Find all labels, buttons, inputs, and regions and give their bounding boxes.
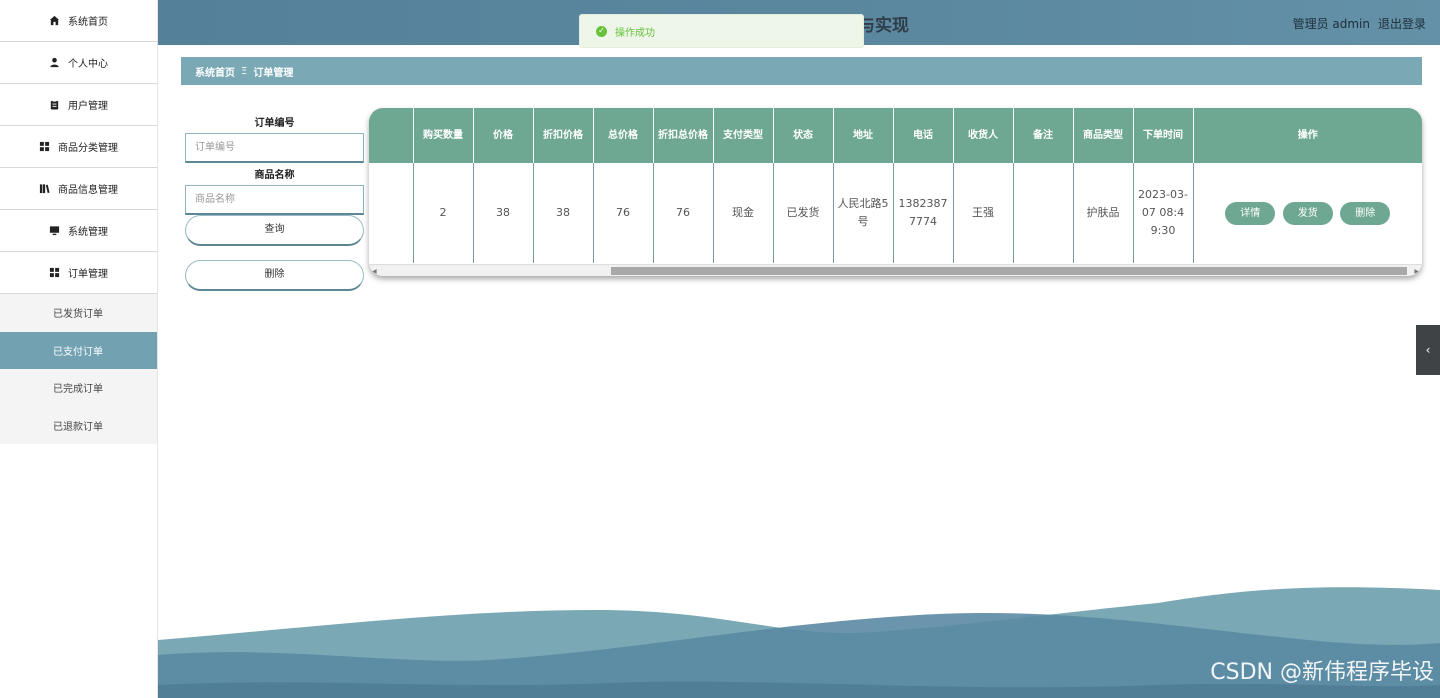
monitor-icon [49, 226, 60, 236]
col-payment-type: 支付类型 [713, 108, 774, 163]
query-button[interactable]: 查询 [185, 215, 364, 246]
breadcrumb-separator: Ξ [241, 65, 248, 77]
cell-discount-total: 76 [653, 163, 714, 263]
success-toast: ✓ 操作成功 [579, 14, 864, 48]
cell-remark [1013, 163, 1074, 263]
scrollbar-thumb[interactable] [611, 267, 1407, 275]
table-row: 2 38 38 76 76 现金 已发货 人民北路5号 13823877774 … [369, 163, 1422, 263]
sidebar-item-label: 商品信息管理 [58, 185, 118, 196]
top-right-actions: 管理员 admin 退出登录 [1293, 15, 1426, 32]
sidebar-item-home[interactable]: 系统首页 [0, 0, 157, 42]
cell-total-price: 76 [593, 163, 654, 263]
check-circle-icon: ✓ [596, 25, 607, 37]
ship-button[interactable]: 发货 [1282, 201, 1333, 225]
col-status: 状态 [773, 108, 834, 163]
grid-icon [49, 267, 60, 278]
clipboard-icon [50, 99, 59, 110]
cell-address: 人民北路5号 [833, 163, 894, 263]
toast-message: 操作成功 [615, 27, 655, 39]
order-no-input[interactable]: 订单编号 [185, 133, 364, 163]
sidebar-item-label: 系统首页 [68, 17, 108, 28]
sidebar-item-profile[interactable]: 个人中心 [0, 42, 157, 84]
breadcrumb: 系统首页 Ξ 订单管理 [181, 57, 1422, 85]
horizontal-scrollbar[interactable]: ◀ ▶ [369, 264, 1422, 276]
col-order-time: 下单时间 [1133, 108, 1194, 163]
orders-submenu: 已发货订单 已支付订单 已完成订单 已退款订单 [0, 294, 157, 444]
product-name-input[interactable]: 商品名称 [185, 185, 364, 215]
cell-discount-price: 38 [533, 163, 594, 263]
sidebar-item-label: 个人中心 [68, 59, 108, 70]
sidebar-item-label: 商品分类管理 [58, 143, 118, 154]
search-panel: 订单编号 订单编号 商品名称 商品名称 查询 删除 [185, 115, 364, 291]
delete-button[interactable]: 删除 [185, 260, 364, 291]
product-name-label: 商品名称 [254, 170, 295, 181]
watermark: CSDN @新伟程序毕设 [1210, 660, 1434, 685]
sidebar-item-users[interactable]: 用户管理 [0, 84, 157, 126]
breadcrumb-home[interactable]: 系统首页 [195, 64, 235, 79]
sidebar-item-orders[interactable]: 订单管理 [0, 252, 157, 294]
col-price: 价格 [473, 108, 534, 163]
sidebar-item-product[interactable]: 商品信息管理 [0, 168, 157, 210]
submenu-completed-orders[interactable]: 已完成订单 [0, 369, 157, 407]
col-phone: 电话 [893, 108, 954, 163]
grid-icon [39, 141, 50, 152]
submenu-shipped-orders[interactable]: 已发货订单 [0, 294, 157, 332]
cell-receiver: 王强 [953, 163, 1014, 263]
table-header-row: 购买数量 价格 折扣价格 总价格 折扣总价格 支付类型 状态 地址 电话 收货人… [369, 108, 1422, 163]
col-receiver: 收货人 [953, 108, 1014, 163]
col-address: 地址 [833, 108, 894, 163]
admin-label: 管理员 admin [1292, 17, 1370, 31]
cell-phone: 13823877774 [893, 163, 954, 263]
sidebar-item-label: 系统管理 [68, 227, 108, 238]
sidebar-item-label: 订单管理 [68, 269, 108, 280]
order-no-label: 订单编号 [254, 118, 295, 129]
home-icon [49, 15, 60, 26]
breadcrumb-current: 订单管理 [253, 67, 294, 79]
col-discount-price: 折扣价格 [533, 108, 594, 163]
sidebar-item-category[interactable]: 商品分类管理 [0, 126, 157, 168]
cell-product-type: 护肤品 [1073, 163, 1134, 263]
logout-link[interactable]: 退出登录 [1378, 15, 1426, 32]
col-remark: 备注 [1013, 108, 1074, 163]
col-discount-total: 折扣总价格 [653, 108, 714, 163]
submenu-paid-orders[interactable]: 已支付订单 [0, 331, 157, 369]
sidebar-item-system[interactable]: 系统管理 [0, 210, 157, 252]
col-actions: 操作 [1193, 108, 1422, 163]
cell-price: 38 [473, 163, 534, 263]
cell-status: 已发货 [773, 163, 834, 263]
orders-table: 购买数量 价格 折扣价格 总价格 折扣总价格 支付类型 状态 地址 电话 收货人… [369, 108, 1422, 276]
col-quantity: 购买数量 [413, 108, 474, 163]
cell-quantity: 2 [413, 163, 474, 263]
cell-payment-type: 现金 [713, 163, 774, 263]
cell-actions: 详情 发货 删除 [1193, 163, 1422, 263]
cell-order-time: 2023-03-07 08:49:30 [1133, 163, 1194, 263]
scroll-right-icon[interactable]: ▶ [1414, 268, 1419, 275]
col-select[interactable] [369, 108, 414, 163]
submenu-refunded-orders[interactable]: 已退款订单 [0, 407, 157, 445]
row-delete-button[interactable]: 删除 [1340, 201, 1391, 225]
detail-button[interactable]: 详情 [1225, 201, 1276, 225]
cell-select[interactable] [369, 163, 414, 263]
user-icon [50, 57, 59, 68]
system-title: 与实现 [858, 16, 909, 36]
scroll-left-icon[interactable]: ◀ [372, 268, 377, 275]
sidebar-item-label: 用户管理 [68, 101, 108, 112]
chevron-left-icon[interactable]: ‹ [1416, 325, 1440, 375]
sidebar: 系统首页 个人中心 用户管理 商品分类管理 商品信息管理 系统管理 订单管理 已… [0, 0, 158, 698]
col-product-type: 商品类型 [1073, 108, 1134, 163]
book-icon [39, 184, 50, 194]
col-total-price: 总价格 [593, 108, 654, 163]
